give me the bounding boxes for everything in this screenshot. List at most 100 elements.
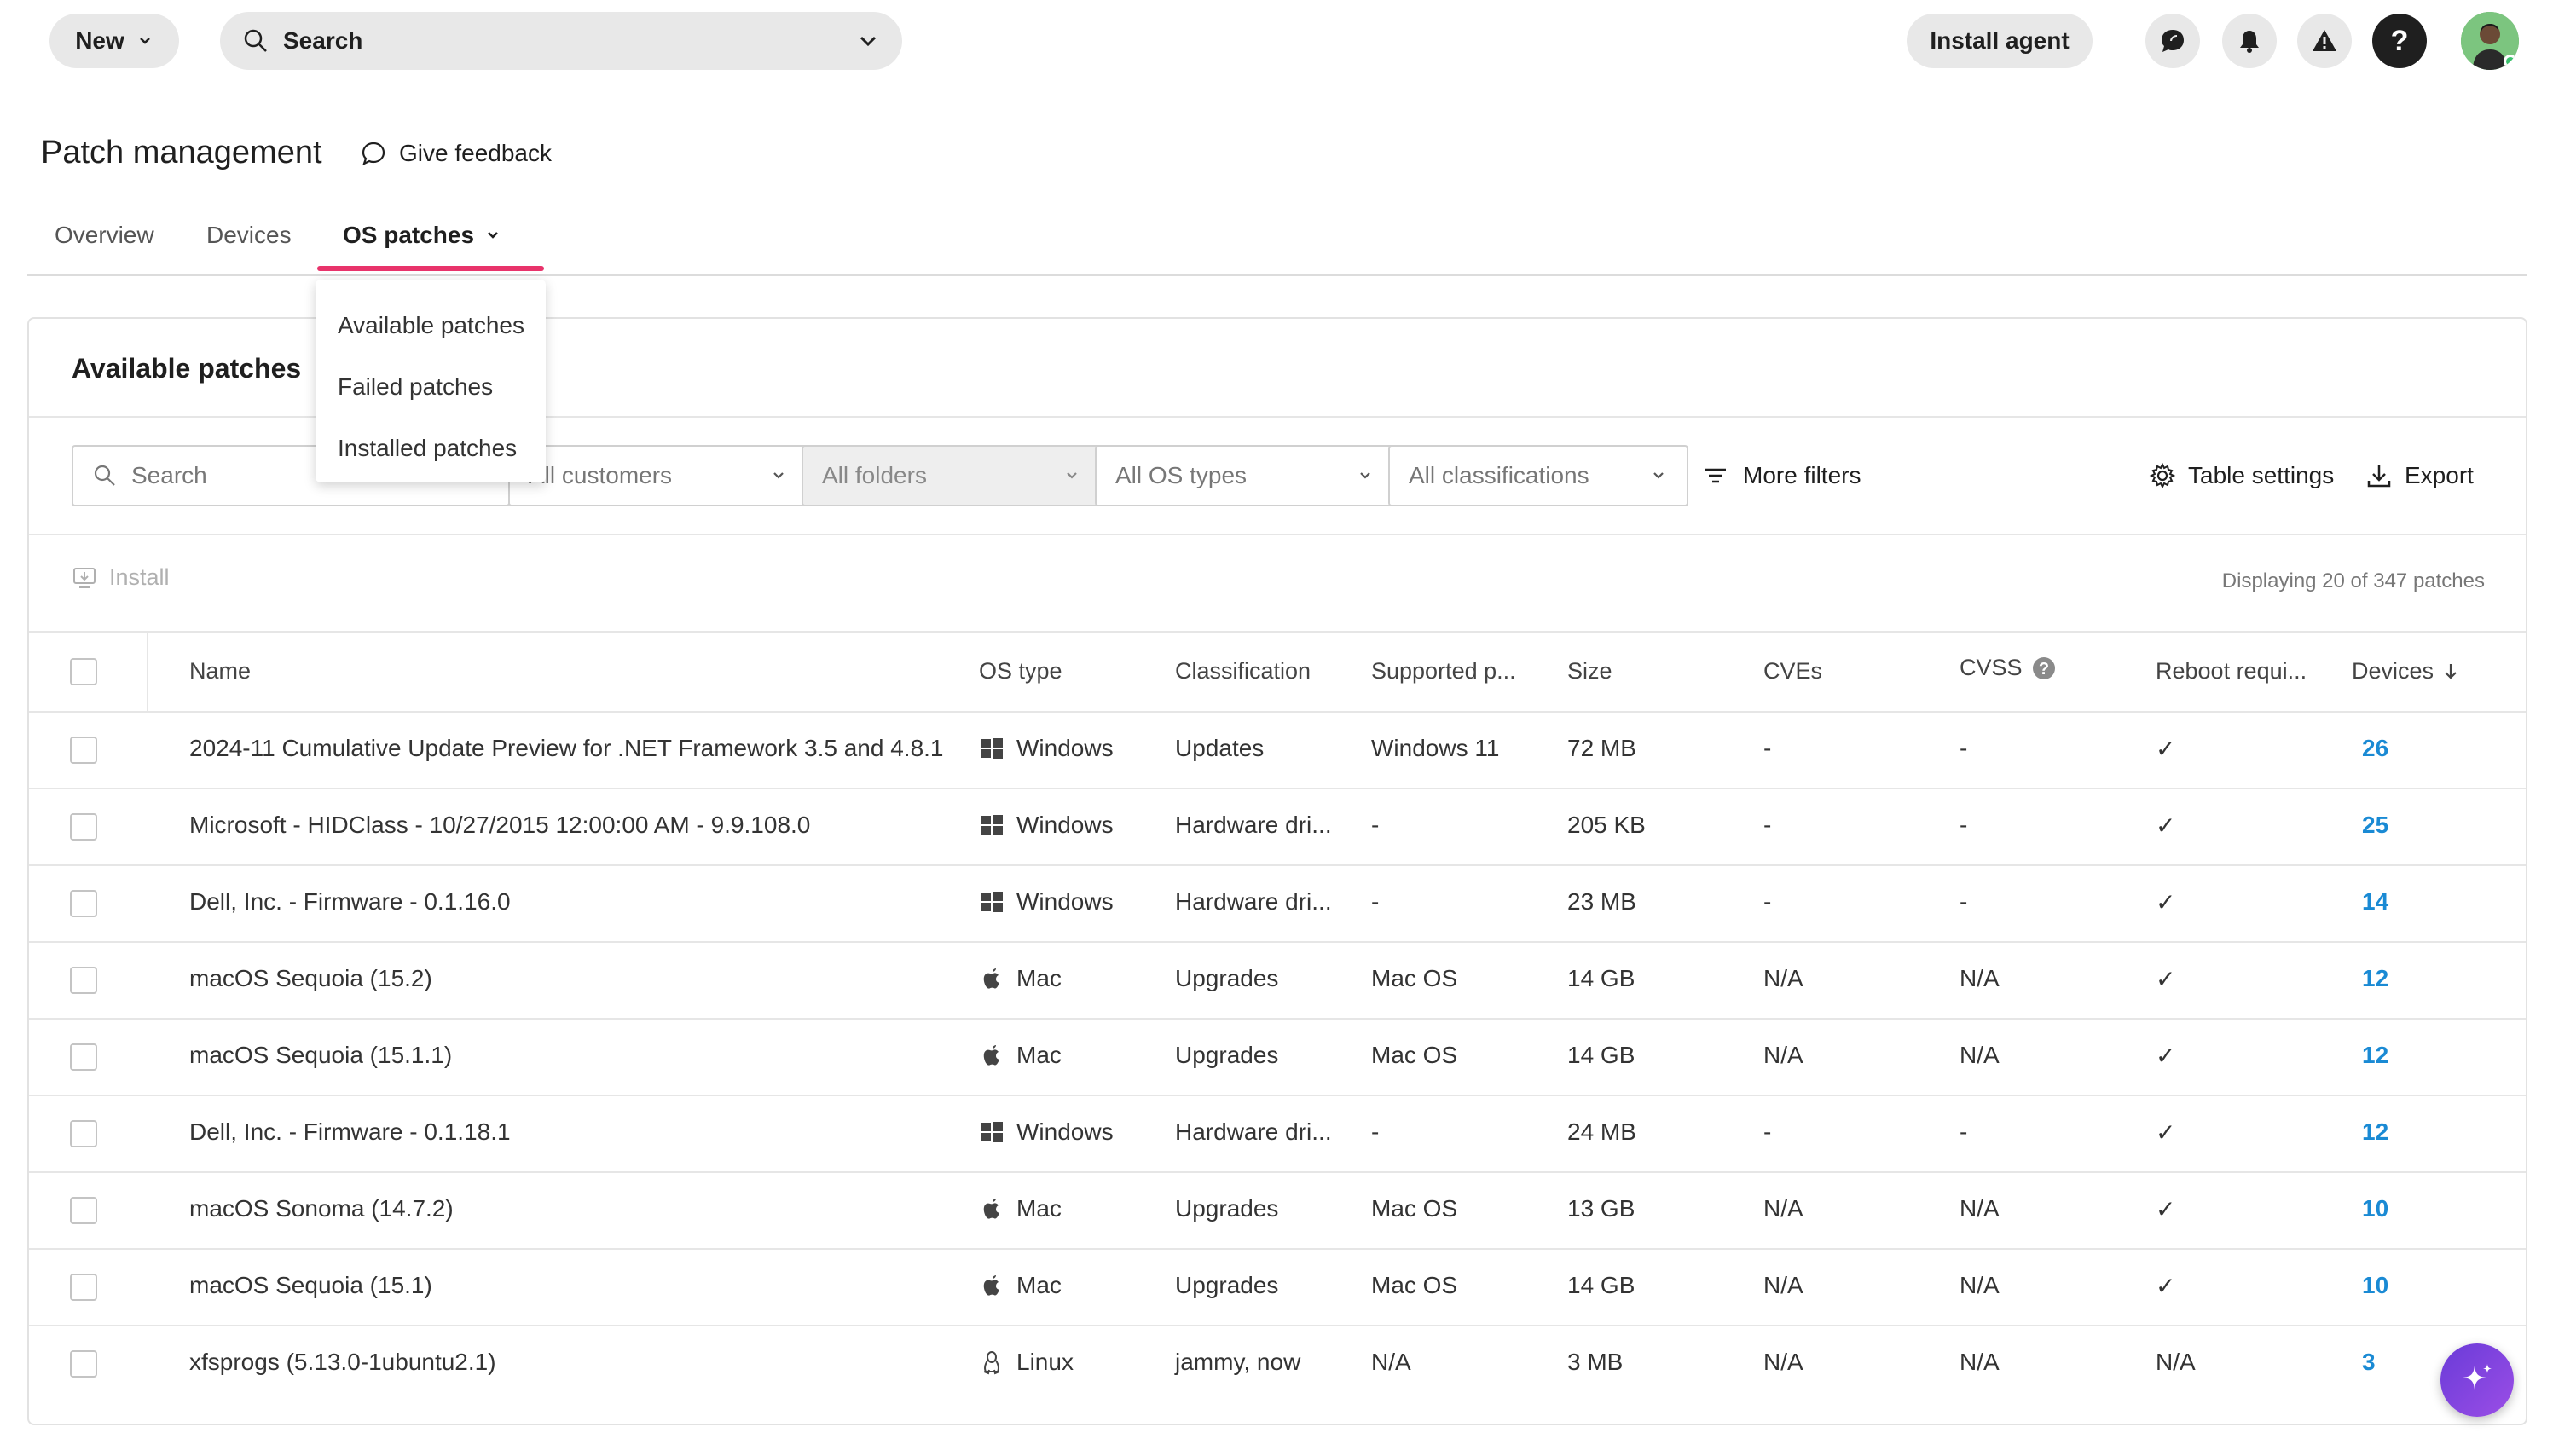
column-header-name[interactable]: Name bbox=[189, 658, 251, 685]
table-row[interactable]: Microsoft - HIDClass - 10/27/2015 12:00:… bbox=[29, 788, 2526, 864]
install-agent-label: Install agent bbox=[1930, 27, 2070, 54]
customers-select[interactable]: All customers bbox=[508, 445, 808, 506]
menu-item-installed-patches[interactable]: Installed patches bbox=[316, 418, 546, 479]
global-search[interactable]: Search bbox=[220, 12, 902, 70]
cell-size: 205 KB bbox=[1567, 812, 1646, 839]
folders-select[interactable]: All folders bbox=[802, 445, 1102, 506]
cell-devices-text[interactable]: 10 bbox=[2362, 1195, 2388, 1222]
cell-supported-platforms-text: Mac OS bbox=[1371, 965, 1458, 991]
more-filters-button[interactable]: More filters bbox=[1702, 455, 1861, 496]
install-button[interactable]: Install bbox=[72, 564, 170, 591]
chevron-down-icon[interactable] bbox=[856, 29, 880, 53]
tab-devices[interactable]: Devices bbox=[206, 222, 292, 249]
column-header-os-type[interactable]: OS type bbox=[979, 658, 1062, 685]
table-row[interactable]: 2024-11 Cumulative Update Preview for .N… bbox=[29, 711, 2526, 788]
menu-item-available-patches[interactable]: Available patches bbox=[316, 295, 546, 356]
classifications-select[interactable]: All classifications bbox=[1388, 445, 1688, 506]
cell-classification: Hardware dri... bbox=[1175, 812, 1332, 839]
install-label: Install bbox=[109, 564, 170, 590]
column-header-cves[interactable]: CVEs bbox=[1763, 658, 1822, 685]
cell-devices[interactable]: 25 bbox=[2362, 812, 2388, 839]
cell-devices-text[interactable]: 26 bbox=[2362, 735, 2388, 762]
online-status-indicator bbox=[2504, 55, 2517, 68]
new-button[interactable]: New bbox=[49, 14, 179, 68]
row-checkbox[interactable] bbox=[70, 737, 97, 764]
cell-devices-text[interactable]: 10 bbox=[2362, 1272, 2388, 1299]
column-header-size[interactable]: Size bbox=[1567, 658, 1612, 685]
install-agent-button[interactable]: Install agent bbox=[1907, 14, 2093, 68]
column-header-cvss[interactable]: CVSS ? bbox=[1960, 655, 2057, 681]
question-circle-icon[interactable]: ? bbox=[2031, 656, 2057, 681]
apple-icon bbox=[979, 1196, 1004, 1222]
row-checkbox[interactable] bbox=[70, 1120, 97, 1147]
windows-icon bbox=[979, 736, 1004, 761]
cell-classification-text: Hardware dri... bbox=[1175, 812, 1332, 838]
export-label: Export bbox=[2405, 462, 2474, 488]
cell-cves-text: - bbox=[1763, 735, 1772, 761]
column-header-devices[interactable]: Devices bbox=[2352, 658, 2459, 685]
row-checkbox[interactable] bbox=[70, 1274, 97, 1301]
cell-devices[interactable]: 3 bbox=[2362, 1349, 2376, 1376]
help-button[interactable]: ? bbox=[2372, 14, 2427, 68]
tab-overview[interactable]: Overview bbox=[55, 222, 154, 249]
cell-devices[interactable]: 12 bbox=[2362, 1118, 2388, 1146]
cell-size-text: 72 MB bbox=[1567, 735, 1636, 761]
column-header-classification[interactable]: Classification bbox=[1175, 658, 1311, 685]
ai-assistant-button[interactable] bbox=[2440, 1343, 2514, 1417]
cell-devices[interactable]: 14 bbox=[2362, 888, 2388, 916]
row-checkbox[interactable] bbox=[70, 890, 97, 917]
row-checkbox[interactable] bbox=[70, 1197, 97, 1224]
column-header-reboot-required[interactable]: Reboot requi... bbox=[2156, 658, 2307, 685]
cell-devices-text[interactable]: 3 bbox=[2362, 1349, 2376, 1376]
cell-devices-text[interactable]: 14 bbox=[2362, 888, 2388, 916]
table-row[interactable]: macOS Sequoia (15.1) Mac Upgrades Mac OS 14 … bbox=[29, 1248, 2526, 1325]
cell-size-text: 13 GB bbox=[1567, 1195, 1635, 1222]
row-checkbox[interactable] bbox=[70, 967, 97, 994]
row-checkbox[interactable] bbox=[70, 1043, 97, 1071]
give-feedback-link[interactable]: Give feedback bbox=[360, 140, 552, 167]
cell-supported-platforms-text: Mac OS bbox=[1371, 1272, 1458, 1298]
chat-button[interactable] bbox=[2145, 14, 2200, 68]
tab-os-patches[interactable]: OS patches bbox=[343, 222, 501, 249]
column-header-devices-label: Devices bbox=[2352, 658, 2434, 684]
table-row[interactable]: macOS Sequoia (15.2) Mac Upgrades Mac OS 14 … bbox=[29, 941, 2526, 1018]
table-row[interactable]: Dell, Inc. - Firmware - 0.1.18.1 Windows H… bbox=[29, 1095, 2526, 1171]
cell-os-type-text: Linux bbox=[1016, 1349, 1074, 1375]
cell-supported-platforms: Mac OS bbox=[1371, 965, 1457, 992]
chevron-down-icon bbox=[1653, 472, 1664, 479]
table-row[interactable]: Dell, Inc. - Firmware - 0.1.16.0 Windows H… bbox=[29, 864, 2526, 941]
row-checkbox[interactable] bbox=[70, 1350, 97, 1378]
cell-devices[interactable]: 12 bbox=[2362, 965, 2388, 992]
cell-devices-text[interactable]: 12 bbox=[2362, 1118, 2388, 1146]
export-button[interactable]: Export bbox=[2365, 455, 2474, 496]
cell-cves: N/A bbox=[1763, 1195, 1803, 1222]
cell-cvss: - bbox=[1960, 735, 1967, 762]
cell-cvss: N/A bbox=[1960, 1349, 2000, 1376]
cell-classification: Upgrades bbox=[1175, 965, 1278, 992]
row-checkbox[interactable] bbox=[70, 813, 97, 841]
table-row[interactable]: macOS Sequoia (15.1.1) Mac Upgrades Mac OS 1… bbox=[29, 1018, 2526, 1095]
cell-os-type-text: Windows bbox=[1016, 1118, 1114, 1145]
cell-reboot-required: ✓ bbox=[2156, 1118, 2175, 1147]
menu-item-failed-patches[interactable]: Failed patches bbox=[316, 356, 546, 418]
cell-cvss: N/A bbox=[1960, 965, 2000, 992]
cell-devices-text[interactable]: 25 bbox=[2362, 812, 2388, 839]
table-settings-button[interactable]: Table settings bbox=[2149, 455, 2334, 496]
alerts-button[interactable] bbox=[2297, 14, 2352, 68]
select-all-checkbox[interactable] bbox=[70, 658, 97, 685]
cell-reboot-required-text: ✓ bbox=[2156, 1196, 2176, 1222]
cell-classification-text: Upgrades bbox=[1175, 1195, 1279, 1222]
table-row[interactable]: macOS Sonoma (14.7.2) Mac Upgrades Mac OS 13… bbox=[29, 1171, 2526, 1248]
bell-icon bbox=[2240, 31, 2259, 53]
cell-devices[interactable]: 26 bbox=[2362, 735, 2388, 762]
column-header-supported-platforms[interactable]: Supported p... bbox=[1371, 658, 1516, 685]
cell-devices[interactable]: 10 bbox=[2362, 1272, 2388, 1299]
os-types-select[interactable]: All OS types bbox=[1095, 445, 1395, 506]
cell-devices[interactable]: 10 bbox=[2362, 1195, 2388, 1222]
cell-devices-text[interactable]: 12 bbox=[2362, 965, 2388, 992]
notifications-button[interactable] bbox=[2222, 14, 2277, 68]
cell-devices[interactable]: 12 bbox=[2362, 1042, 2388, 1069]
avatar[interactable] bbox=[2461, 12, 2519, 70]
cell-devices-text[interactable]: 12 bbox=[2362, 1042, 2388, 1069]
table-row[interactable]: xfsprogs (5.13.0-1ubuntu2.1) Linux jammy, … bbox=[29, 1325, 2526, 1401]
